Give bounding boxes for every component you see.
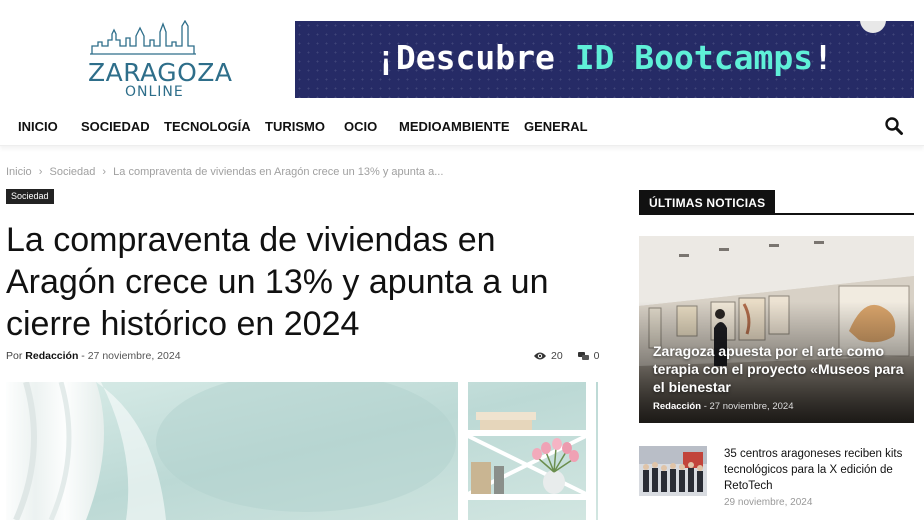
breadcrumb-item-current: La compraventa de viviendas en Aragón cr…: [113, 166, 444, 178]
featured-news-author[interactable]: Redacción: [653, 401, 701, 412]
breadcrumb-item-category[interactable]: Sociedad: [49, 166, 95, 178]
nav-item-tecnologia[interactable]: TECNOLOGÍA: [164, 119, 251, 134]
featured-news-card[interactable]: Zaragoza apuesta por el arte como terapi…: [639, 236, 914, 423]
views-count: 20: [551, 350, 563, 362]
nav-item-inicio[interactable]: INICIO: [18, 119, 58, 134]
news-thumbnail[interactable]: [639, 446, 707, 496]
banner-text: ¡Descubre ID Bootcamps!: [295, 38, 914, 77]
breadcrumb: Inicio › Sociedad › La compraventa de vi…: [6, 166, 447, 178]
nav-item-general[interactable]: GENERAL: [524, 119, 588, 134]
logo-title: ZARAGOZA: [88, 58, 233, 87]
banner-prefix: ¡Descubre: [376, 38, 575, 77]
comments-icon: [577, 352, 589, 360]
author-link[interactable]: Redacción: [25, 350, 78, 362]
article-hero-image: [6, 382, 598, 520]
featured-news-date: 27 noviembre, 2024: [709, 401, 794, 412]
skyline-icon: [90, 20, 196, 55]
nav-item-ocio[interactable]: OCIO: [344, 119, 377, 134]
news-item-title[interactable]: 35 centros aragoneses reciben kits tecno…: [724, 446, 914, 494]
category-tag[interactable]: Sociedad: [6, 189, 54, 204]
featured-news-title[interactable]: Zaragoza apuesta por el arte como terapi…: [653, 342, 911, 396]
nav-item-medioambiente[interactable]: MEDIOAMBIENTE: [399, 119, 510, 134]
breadcrumb-separator: ›: [38, 166, 43, 178]
banner-suffix: !: [813, 38, 833, 77]
news-item-date: 29 noviembre, 2024: [724, 497, 813, 508]
byline-prefix: Por: [6, 350, 23, 362]
meta-dash: -: [81, 350, 85, 362]
article-title: La compraventa de viviendas en Aragón cr…: [6, 221, 549, 343]
article-date: 27 noviembre, 2024: [87, 350, 181, 362]
article-meta: Por Redacción - 27 noviembre, 2024: [6, 350, 181, 362]
sidebar-heading-label: ÚLTIMAS NOTICIAS: [639, 190, 776, 215]
search-icon[interactable]: [884, 116, 904, 136]
news-thumbnail-image: [639, 446, 707, 496]
comments-count: 0: [593, 350, 600, 362]
nav-item-turismo[interactable]: TURISMO: [265, 119, 325, 134]
logo-subtitle: ONLINE: [125, 84, 184, 100]
comments-stat[interactable]: 0: [577, 350, 600, 362]
article-stats: 20 0: [533, 350, 611, 362]
sidebar-heading: ÚLTIMAS NOTICIAS: [639, 190, 914, 215]
featured-news-meta: Redacción - 27 noviembre, 2024: [653, 401, 793, 412]
nav-item-sociedad[interactable]: SOCIEDAD: [81, 119, 150, 134]
featured-news-dash: -: [703, 401, 707, 412]
hero-illustration: [6, 382, 598, 520]
banner-highlight: ID Bootcamps: [574, 38, 814, 77]
site-logo[interactable]: ZARAGOZA ONLINE: [84, 18, 232, 100]
breadcrumb-separator: ›: [102, 166, 107, 178]
ad-banner[interactable]: ¡Descubre ID Bootcamps!: [295, 21, 914, 98]
views-stat: 20: [533, 350, 563, 362]
eye-icon: [534, 352, 546, 360]
main-nav: INICIO SOCIEDAD TECNOLOGÍA TURISMO OCIO …: [0, 106, 924, 146]
breadcrumb-item-home[interactable]: Inicio: [6, 166, 32, 178]
